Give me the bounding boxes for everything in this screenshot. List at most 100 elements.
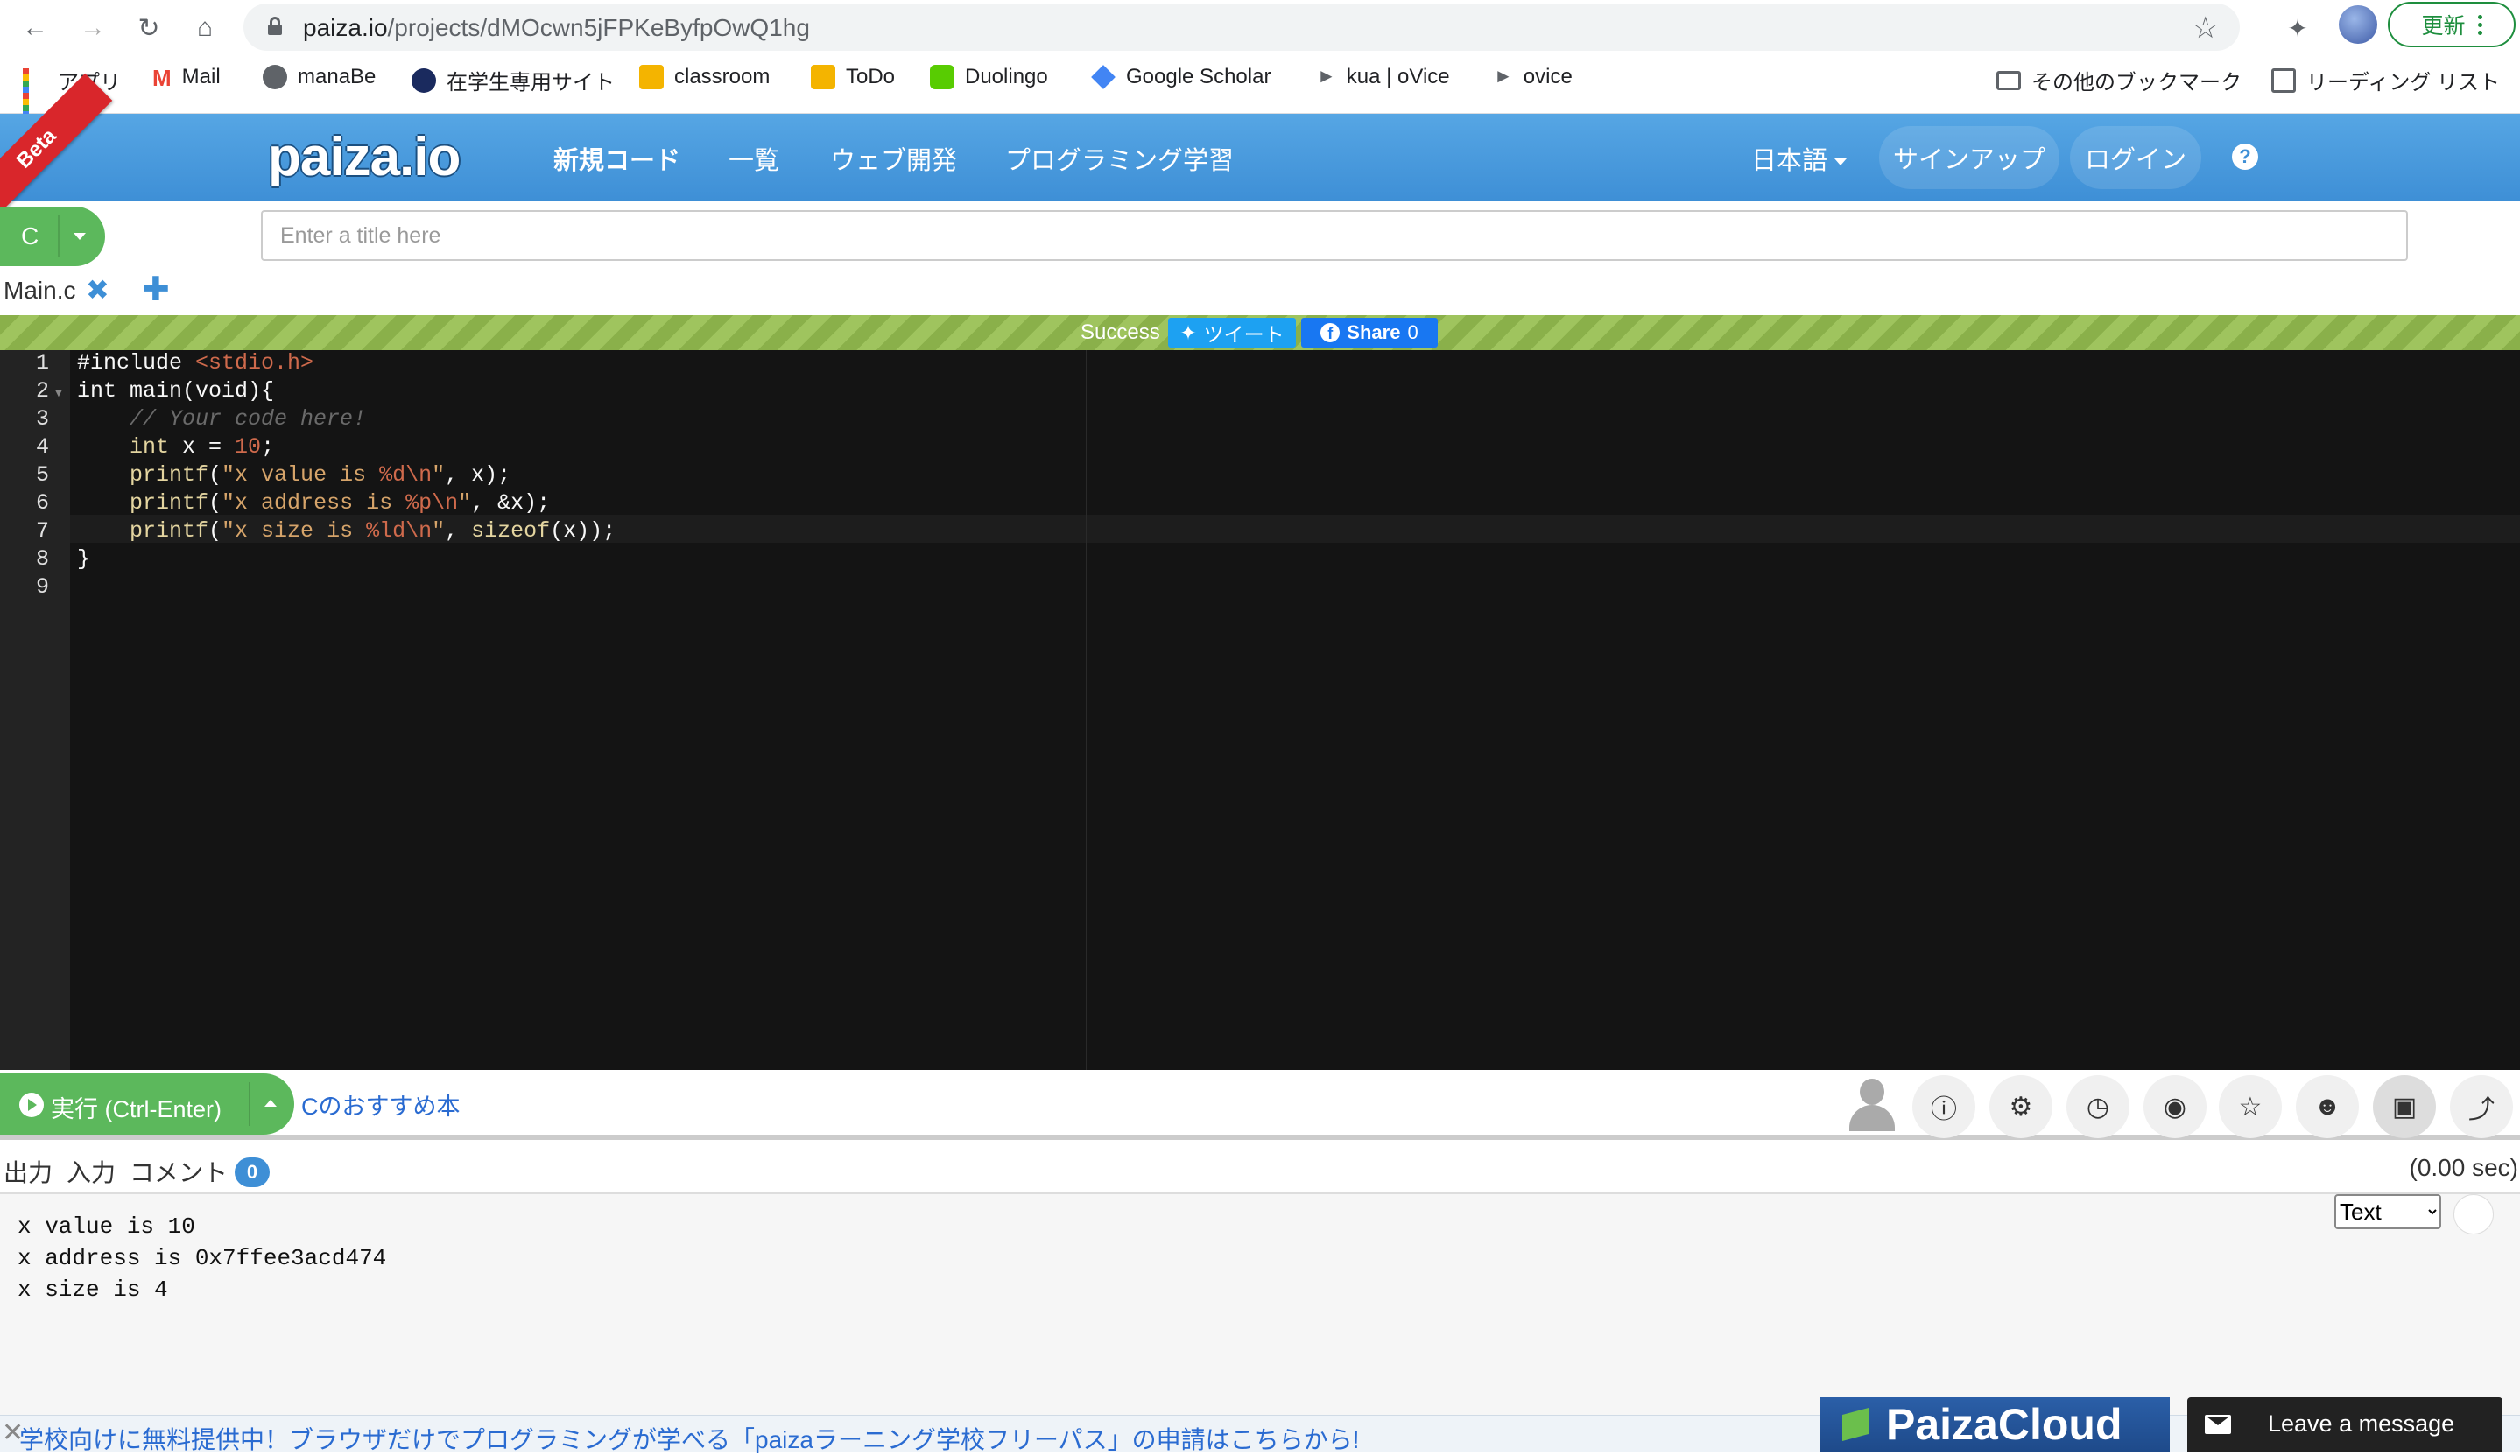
language-dropdown[interactable]: 日本語 (1751, 140, 1848, 177)
info-icon[interactable]: ⓘ (1912, 1075, 1975, 1138)
paizacloud-logo-icon (1842, 1407, 1869, 1442)
reading-list-icon (2271, 67, 2296, 93)
status-text: Success (1081, 320, 1160, 344)
github-icon[interactable]: ◉ (2143, 1075, 2207, 1138)
apps-grid-icon (23, 67, 47, 123)
facebook-icon: f (1320, 323, 1341, 342)
bookmark-label: リーディング リスト (2306, 71, 2500, 95)
reload-icon[interactable]: ↻ (128, 7, 170, 49)
output-panel: Text x value is 10 x address is 0x7ffee3… (0, 1194, 2520, 1415)
nav-list[interactable]: 一覧 (729, 140, 779, 177)
bookmark-label: classroom (674, 65, 771, 88)
bookmark-star-icon[interactable]: ☆ (2193, 11, 2219, 46)
line-number: 2 (35, 378, 49, 404)
code-line: printf("x size is %ld\n", sizeof(x)); (130, 518, 616, 544)
tab-comment[interactable]: コメント (130, 1154, 228, 1189)
help-icon[interactable]: ? (2232, 144, 2258, 170)
bookmark-student-site[interactable]: 在学生専用サイト (412, 65, 615, 95)
bookmark-scholar[interactable]: Google Scholar (1091, 65, 1271, 89)
code-line: printf("x value is %d\n", x); (130, 462, 511, 488)
forward-icon[interactable]: → (72, 7, 114, 49)
ovice-icon: ► (1317, 65, 1336, 87)
bookmark-label: Google Scholar (1126, 65, 1271, 88)
signup-button[interactable]: サインアップ (1879, 126, 2059, 189)
site-icon (412, 67, 436, 93)
nav-web-dev[interactable]: ウェブ開発 (830, 140, 957, 177)
run-toolbar: 実行 (Ctrl-Enter) Cのおすすめ本 ⓘ ⚙ ◷ ◉ ☆ ☻ ▣ ⤴ (0, 1070, 2520, 1140)
twitter-icon: ✦ (1179, 320, 1197, 344)
classroom-icon (639, 65, 664, 89)
execution-time: (0.00 sec) (2409, 1154, 2519, 1181)
user-avatar-icon (1844, 1077, 1900, 1133)
back-icon[interactable]: ← (14, 7, 56, 49)
bookmark-todo[interactable]: ToDo (811, 65, 895, 89)
nav-new-code[interactable]: 新規コード (553, 140, 680, 177)
extensions-icon[interactable]: ✦ (2277, 7, 2319, 49)
nav-programming-learning[interactable]: プログラミング学習 (1005, 140, 1234, 177)
duolingo-icon (930, 65, 954, 89)
title-input[interactable] (261, 210, 2408, 261)
star-icon[interactable]: ☆ (2219, 1075, 2282, 1138)
caret-up-icon[interactable] (264, 1100, 277, 1107)
update-button[interactable]: 更新 (2388, 2, 2516, 47)
caret-down-icon (1834, 158, 1848, 166)
tweet-button[interactable]: ✦ ツイート (1168, 318, 1296, 348)
status-bar: Success ✦ ツイート f Share 0 (0, 315, 2520, 350)
tab-output[interactable]: 出力 (4, 1154, 53, 1189)
code-line: // Your code here! (130, 406, 367, 432)
gmail-icon: M (152, 65, 172, 91)
history-icon[interactable]: ◷ (2066, 1075, 2129, 1138)
bookmark-manabe[interactable]: manaBe (263, 65, 376, 89)
profile-avatar[interactable] (2339, 5, 2377, 44)
settings-icon[interactable]: ⚙ (1989, 1075, 2052, 1138)
file-tab-main[interactable]: Main.c (4, 277, 75, 305)
url-host: paiza.io (303, 14, 388, 41)
copy-icon[interactable] (2453, 1194, 2494, 1234)
reading-list[interactable]: リーディング リスト (2271, 65, 2500, 95)
language-label: 日本語 (1751, 147, 1828, 175)
lock-icon[interactable]: ▣ (2373, 1075, 2436, 1138)
bookmark-mail[interactable]: M Mail (152, 65, 221, 91)
output-format-select[interactable]: Text (2334, 1194, 2441, 1229)
code-line: #include <stdio.h> (77, 350, 314, 376)
address-bar[interactable]: paiza.io/projects/dMOcwn5jFPKeByfpOwQ1hg… (243, 4, 2240, 51)
bookmark-classroom[interactable]: classroom (639, 65, 770, 89)
caret-down-icon (74, 233, 86, 240)
bookmark-other[interactable]: その他のブックマーク (1996, 65, 2242, 95)
share-icon[interactable]: ⤴ (2450, 1075, 2513, 1138)
code-editor[interactable]: 1 2 ▼ 3 4 5 6 7 8 9 #include <stdio.h> i… (0, 350, 2520, 1070)
line-number: 9 (35, 574, 49, 600)
bookmark-label: ovice (1523, 65, 1573, 88)
close-file-icon[interactable]: ✖ (86, 273, 109, 306)
output-line: x address is 0x7ffee3acd474 (18, 1245, 387, 1271)
paiza-logo[interactable]: paiza.io (268, 126, 461, 188)
home-icon[interactable]: ⌂ (184, 7, 226, 49)
fold-arrow-icon[interactable]: ▼ (53, 385, 65, 399)
language-select-button[interactable]: C (0, 207, 105, 266)
line-number: 7 (35, 518, 49, 544)
users-icon[interactable]: ☻ (2296, 1075, 2359, 1138)
bookmark-duolingo[interactable]: Duolingo (930, 65, 1048, 89)
leave-message-button[interactable]: Leave a message (2187, 1397, 2502, 1452)
bookmark-label: ToDo (846, 65, 896, 88)
bookmark-kua-ovice[interactable]: ► kua | oVice (1317, 65, 1450, 89)
bookmark-ovice[interactable]: ► ovice (1494, 65, 1573, 89)
recommended-books-link[interactable]: Cのおすすめ本 (301, 1087, 461, 1122)
comment-count-badge: 0 (235, 1157, 270, 1187)
run-button[interactable]: 実行 (Ctrl-Enter) (0, 1073, 294, 1135)
promo-link[interactable]: 学校向けに無料提供中！ブラウザだけでプログラミングが学べる「paizaラーニング… (19, 1421, 1359, 1456)
tab-input[interactable]: 入力 (67, 1154, 116, 1189)
line-number: 6 (35, 490, 49, 516)
lock-icon[interactable] (268, 17, 282, 35)
code-line: int x = 10; (130, 434, 275, 460)
browser-toolbar: ← → ↻ ⌂ paiza.io/projects/dMOcwn5jFPKeBy… (0, 0, 2520, 123)
add-file-icon[interactable]: ✚ (142, 270, 170, 309)
facebook-share-button[interactable]: f Share 0 (1301, 318, 1438, 348)
site-header: Beta paiza.io 新規コード 一覧 ウェブ開発 プログラミング学習 日… (0, 73, 2520, 225)
login-button[interactable]: ログイン (2070, 126, 2201, 189)
paizacloud-badge[interactable]: PaizaCloud (1820, 1397, 2170, 1452)
code-line: } (77, 546, 91, 572)
divider (58, 215, 60, 257)
bookmark-label: Mail (181, 65, 221, 88)
line-number: 3 (35, 406, 49, 432)
